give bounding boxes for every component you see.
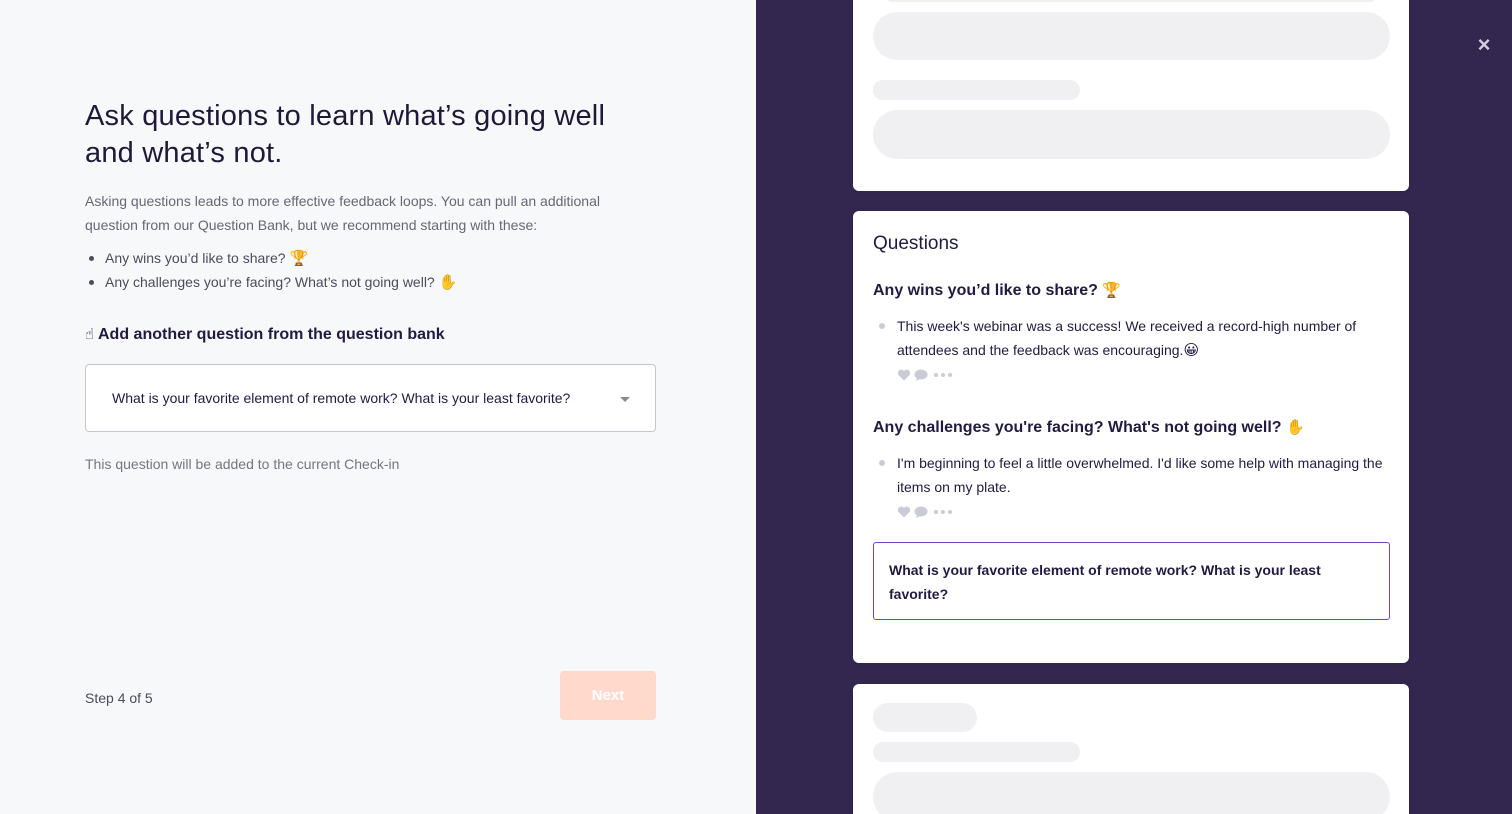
trophy-icon: 🏆	[1102, 281, 1122, 299]
question-heading-text: Any challenges you're facing? What's not…	[873, 419, 1282, 436]
question-heading: Any challenges you're facing? What's not…	[873, 415, 1305, 440]
pointing-up-icon: ☝	[85, 325, 95, 343]
skeleton-input	[873, 12, 1390, 60]
recommended-questions-list: Any wins you’d like to share? 🏆 Any chal…	[85, 246, 457, 294]
more-options-icon[interactable]	[934, 373, 952, 377]
raised-hand-icon: ✋	[438, 273, 458, 291]
setup-panel: Ask questions to learn what’s going well…	[0, 0, 756, 814]
bullet-dot	[879, 323, 885, 329]
answer-reactions	[897, 505, 952, 519]
question-bank-select-value: What is your favorite element of remote …	[112, 390, 571, 406]
smiley-icon: 😀	[1183, 341, 1200, 359]
skeleton-card	[853, 684, 1409, 814]
next-button[interactable]: Next	[560, 671, 656, 720]
answer-text: This week's webinar was a success! We re…	[897, 314, 1392, 362]
question-bank-heading: ☝ Add another question from the question…	[85, 322, 445, 347]
preview-panel: × Questions Any wins you’d like to share…	[756, 0, 1512, 814]
heart-icon[interactable]	[897, 369, 911, 381]
questions-card: Questions Any wins you’d like to share? …	[853, 211, 1409, 663]
comment-icon[interactable]	[914, 369, 928, 381]
chevron-down-icon[interactable]	[620, 397, 630, 402]
skeleton-line	[873, 742, 1080, 762]
skeleton-card	[853, 0, 1409, 191]
bullet-text: Any challenges you’re facing? What’s not…	[105, 274, 435, 290]
question-heading-text: Any wins you’d like to share?	[873, 282, 1098, 299]
bullet-text: Any wins you’d like to share?	[105, 250, 286, 266]
answer-text: I'm beginning to feel a little overwhelm…	[897, 451, 1392, 499]
question-bank-heading-text: Add another question from the question b…	[98, 326, 445, 343]
answer-body: This week's webinar was a success! We re…	[897, 318, 1357, 358]
more-options-icon[interactable]	[934, 510, 952, 514]
question-heading: Any wins you’d like to share? 🏆	[873, 278, 1121, 303]
new-question-preview: What is your favorite element of remote …	[873, 542, 1390, 620]
page-title: Ask questions to learn what’s going well…	[85, 100, 606, 169]
bullet-dot	[879, 460, 885, 466]
heart-icon[interactable]	[897, 506, 911, 518]
question-bank-select[interactable]: What is your favorite element of remote …	[85, 364, 656, 432]
step-indicator: Step 4 of 5	[85, 690, 153, 706]
list-item: Any wins you’d like to share? 🏆	[85, 246, 457, 270]
questions-title: Questions	[873, 233, 959, 254]
helper-text: This question will be added to the curre…	[85, 456, 400, 472]
skeleton-line	[886, 0, 1376, 2]
comment-icon[interactable]	[914, 506, 928, 518]
trophy-icon: 🏆	[289, 249, 309, 267]
intro-text: Asking questions leads to more effective…	[85, 193, 600, 233]
list-item: Any challenges you’re facing? What’s not…	[85, 270, 457, 294]
raised-hand-icon: ✋	[1286, 418, 1305, 436]
skeleton-line	[873, 703, 977, 732]
skeleton-line	[873, 80, 1080, 100]
answer-reactions	[897, 368, 952, 382]
skeleton-input	[873, 772, 1390, 814]
skeleton-input	[873, 110, 1390, 159]
answer-body: I'm beginning to feel a little overwhelm…	[897, 455, 1383, 495]
close-icon[interactable]: ×	[1473, 34, 1495, 56]
